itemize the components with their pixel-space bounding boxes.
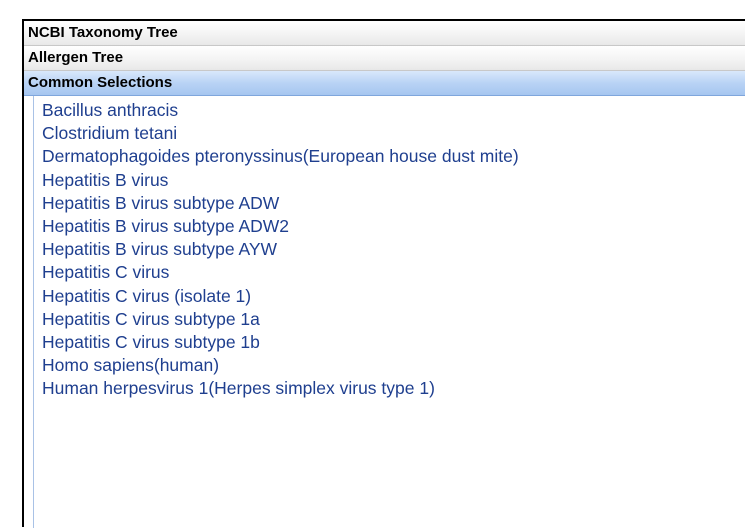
ncbi-taxonomy-tree-header[interactable]: NCBI Taxonomy Tree: [24, 21, 745, 46]
list-item-clostridium-tetani[interactable]: Clostridium tetani: [34, 122, 745, 145]
list-item-human-herpesvirus-1[interactable]: Human herpesvirus 1(Herpes simplex virus…: [34, 377, 745, 400]
list-item-hepatitis-c-virus[interactable]: Hepatitis C virus: [34, 261, 745, 284]
list-item-dermatophagoides-pteronyssinus[interactable]: Dermatophagoides pteronyssinus(European …: [34, 145, 745, 168]
list-item-hepatitis-b-virus-adw[interactable]: Hepatitis B virus subtype ADW: [34, 192, 745, 215]
allergen-tree-header[interactable]: Allergen Tree: [24, 46, 745, 71]
taxonomy-accordion: NCBI Taxonomy Tree Allergen Tree Common …: [22, 19, 745, 528]
common-selections-panel: Bacillus anthracis Clostridium tetani De…: [33, 96, 745, 528]
list-item-hepatitis-c-virus-1a[interactable]: Hepatitis C virus subtype 1a: [34, 308, 745, 331]
common-selections-list: Bacillus anthracis Clostridium tetani De…: [34, 96, 745, 400]
list-item-hepatitis-b-virus-adw2[interactable]: Hepatitis B virus subtype ADW2: [34, 215, 745, 238]
list-item-hepatitis-c-virus-1b[interactable]: Hepatitis C virus subtype 1b: [34, 331, 745, 354]
list-item-bacillus-anthracis[interactable]: Bacillus anthracis: [34, 99, 745, 122]
common-selections-header[interactable]: Common Selections: [24, 71, 745, 96]
list-item-hepatitis-b-virus-ayw[interactable]: Hepatitis B virus subtype AYW: [34, 238, 745, 261]
list-item-hepatitis-c-virus-isolate-1[interactable]: Hepatitis C virus (isolate 1): [34, 285, 745, 308]
list-item-homo-sapiens[interactable]: Homo sapiens(human): [34, 354, 745, 377]
list-item-hepatitis-b-virus[interactable]: Hepatitis B virus: [34, 169, 745, 192]
